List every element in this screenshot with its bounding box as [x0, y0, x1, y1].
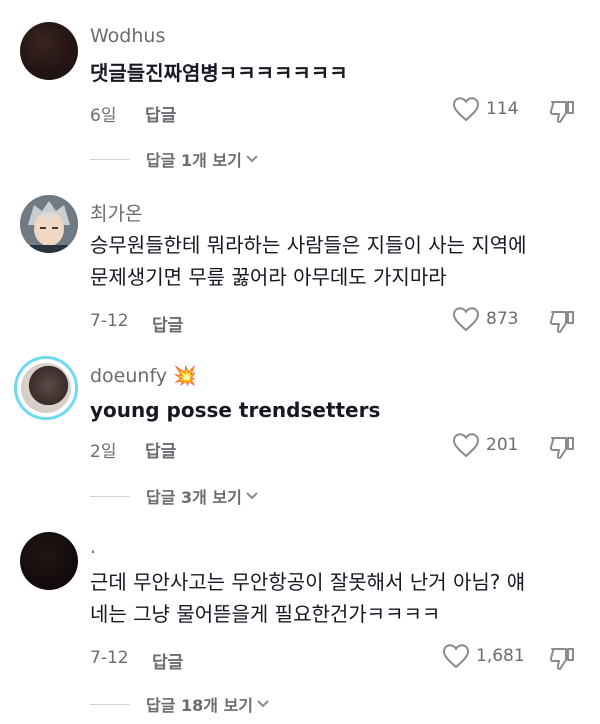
comment-time: 2일 — [90, 442, 117, 462]
dislike-icon[interactable] — [548, 97, 576, 125]
like-count: 201 — [486, 435, 519, 455]
avatar[interactable] — [20, 195, 78, 253]
avatar-image — [21, 363, 71, 413]
view-replies-label: 답글 18개 보기 — [146, 696, 254, 715]
comment-username[interactable]: 최가온 — [90, 199, 142, 226]
reply-button[interactable]: 답글 — [152, 648, 183, 673]
dislike-icon[interactable] — [548, 307, 576, 335]
like-count: 1,681 — [476, 646, 525, 666]
chevron-down-icon — [257, 700, 269, 708]
comment-text-line: 근데 무안사고는 무안항공이 잘못해서 난거 아님? 얘 — [90, 570, 526, 594]
like-count: 873 — [486, 309, 519, 329]
view-replies-button[interactable]: 답글 3개 보기 — [90, 484, 259, 508]
divider — [90, 158, 130, 160]
comment-username[interactable]: Wodhus — [90, 25, 165, 47]
comment-text: 근데 무안사고는 무안항공이 잘못해서 난거 아님? 얘 네는 그냥 물어뜯을게… — [90, 566, 580, 630]
comment-time: 6일 — [90, 106, 117, 126]
comment-text-line: 댓글들진짜염병ㅋㅋㅋㅋㅋㅋㅋ — [90, 61, 348, 85]
avatar[interactable] — [20, 22, 78, 80]
like-button[interactable]: 201 — [452, 432, 518, 458]
heart-outline-icon — [442, 644, 470, 669]
heart-outline-icon — [452, 97, 480, 122]
like-button[interactable]: 873 — [452, 306, 518, 332]
comment-username[interactable]: doeunfy 💥 — [90, 364, 197, 387]
username-text: doeunfy — [90, 365, 168, 387]
comment-text: 댓글들진짜염병ㅋㅋㅋㅋㅋㅋㅋ — [90, 57, 580, 89]
view-replies-label: 답글 1개 보기 — [146, 151, 242, 170]
like-count: 114 — [486, 99, 519, 119]
avatar-image — [20, 195, 78, 253]
heart-outline-icon — [452, 433, 480, 458]
comment-text-line: young posse trendsetters — [90, 398, 381, 422]
comment-text-line: 승무원들한테 뭐라하는 사람들은 지들이 사는 지역에 — [90, 233, 527, 257]
chevron-down-icon — [246, 155, 258, 163]
comment-username[interactable]: . — [90, 536, 96, 558]
dislike-icon[interactable] — [548, 644, 576, 672]
chevron-down-icon — [246, 492, 258, 500]
comment-time: 7-12 — [90, 648, 129, 668]
comment-text-line: 문제생기면 무릎 꿇어라 아무데도 가지마라 — [90, 265, 447, 289]
divider — [90, 703, 130, 705]
heart-outline-icon — [452, 307, 480, 332]
like-button[interactable]: 1,681 — [442, 643, 525, 669]
dislike-icon[interactable] — [548, 433, 576, 461]
view-replies-label: 답글 3개 보기 — [146, 488, 242, 507]
avatar[interactable] — [20, 532, 78, 590]
comment-text-line: 네는 그냥 물어뜯을게 필요한건가ㅋㅋㅋㅋ — [90, 602, 441, 626]
flair-emoji: 💥 — [173, 365, 197, 387]
comment-time: 7-12 — [90, 311, 129, 331]
like-button[interactable]: 114 — [452, 96, 518, 122]
avatar[interactable] — [14, 356, 78, 420]
view-replies-button[interactable]: 답글 18개 보기 — [90, 692, 270, 716]
comment-text: young posse trendsetters — [90, 394, 580, 426]
comment-text: 승무원들한테 뭐라하는 사람들은 지들이 사는 지역에 문제생기면 무릎 꿇어라… — [90, 229, 580, 293]
reply-button[interactable]: 답글 — [152, 311, 183, 336]
divider — [90, 495, 130, 497]
reply-button[interactable]: 답글 — [145, 437, 176, 462]
view-replies-button[interactable]: 답글 1개 보기 — [90, 147, 259, 171]
reply-button[interactable]: 답글 — [145, 101, 176, 126]
